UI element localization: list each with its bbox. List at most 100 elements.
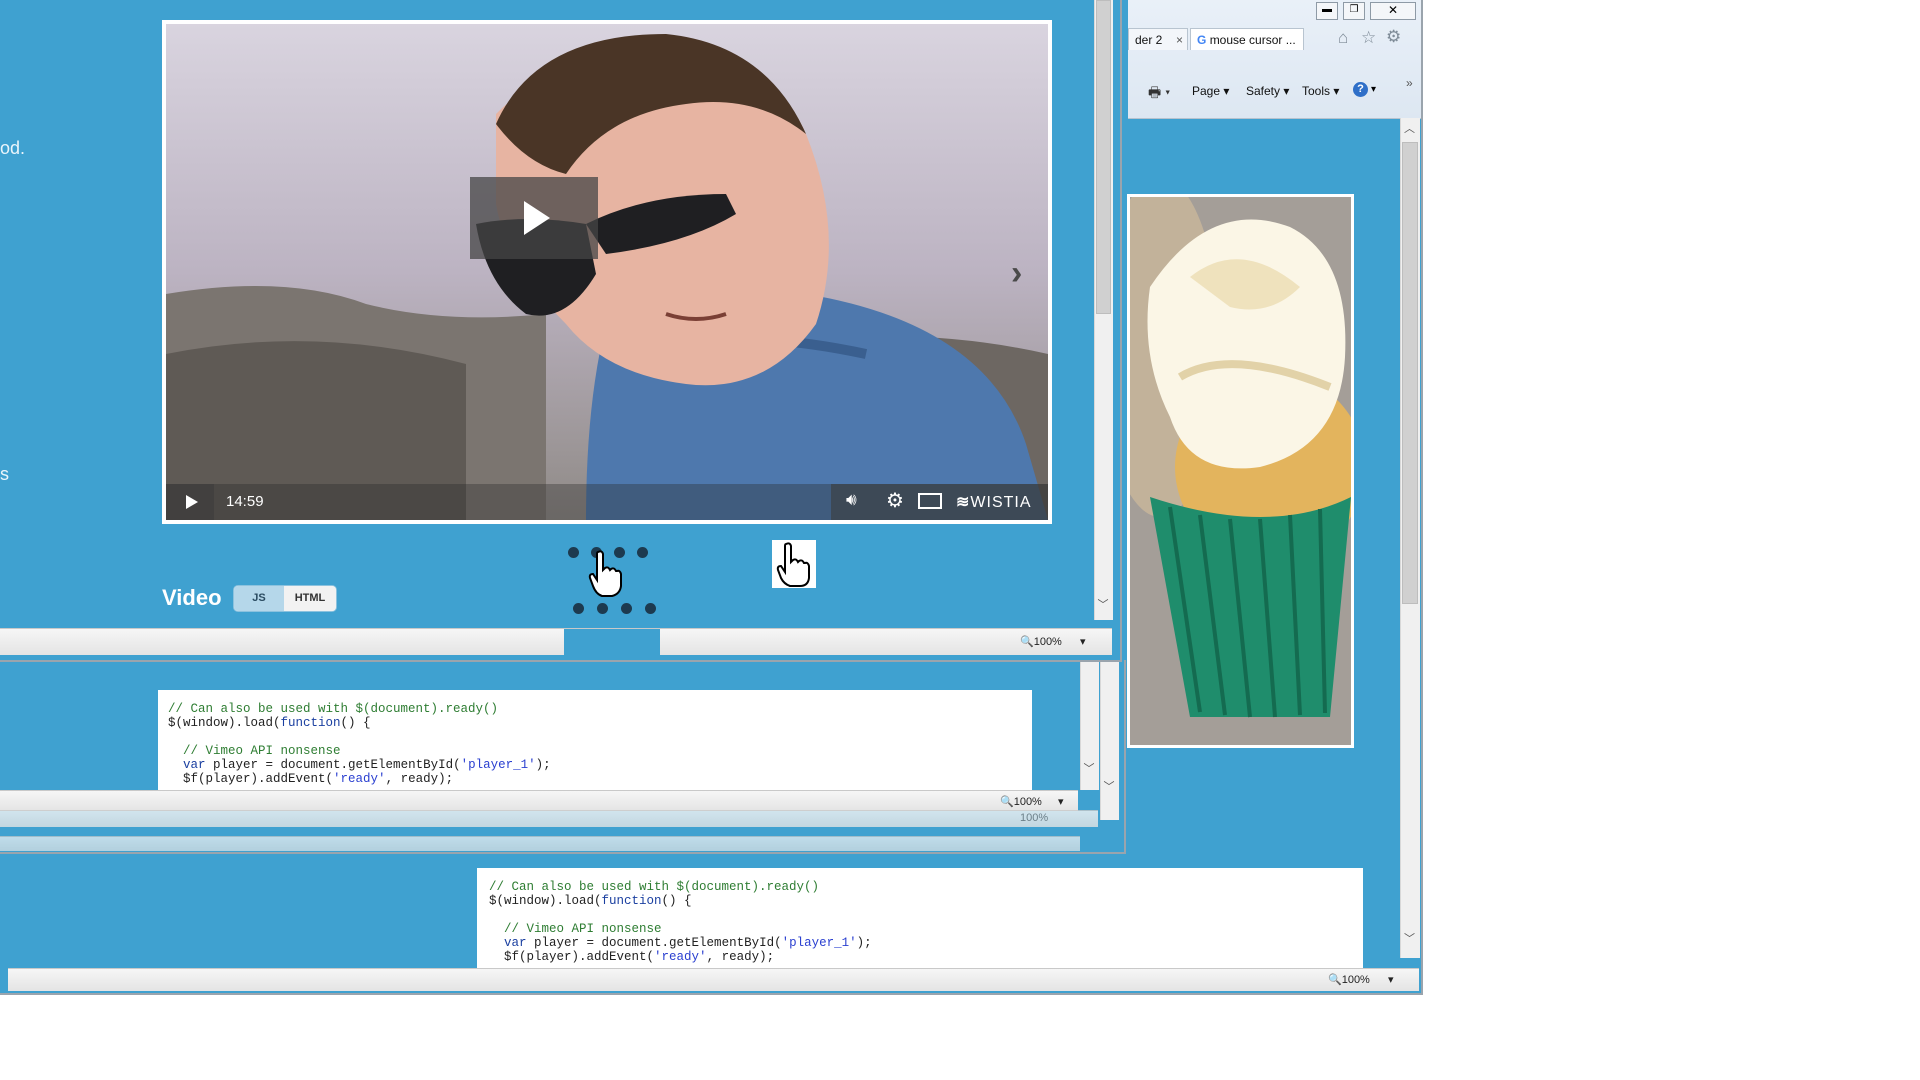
tab-mouse-cursor[interactable]: G mouse cursor ... [1190,28,1304,50]
safety-menu[interactable]: Safety ▾ [1246,84,1289,98]
big-play-button[interactable] [470,177,598,259]
scroll-up-icon[interactable]: ︿ [1400,120,1419,136]
fullscreen-icon[interactable] [918,493,942,509]
code-keyword: function [601,894,662,908]
code-line: () { [661,894,692,908]
restore-button[interactable]: ❐ [1343,2,1365,20]
pagination-dot-8[interactable] [645,603,656,614]
code-string: 'player_1' [781,936,857,950]
cupcake-image [1127,194,1354,748]
code-toggle: JS HTML [234,586,336,611]
next-slide-arrow[interactable]: › [1011,254,1022,293]
favorites-star-icon[interactable]: ☆ [1361,28,1376,48]
page-menu[interactable]: Page ▾ [1192,84,1229,98]
front-window-statusbar: 🔍100% ▾ [0,628,1112,657]
tab-reader[interactable]: der 2 × [1128,28,1188,50]
video-time: 14:59 [226,493,264,510]
section-title: Video [162,585,222,610]
video-thumbnail [166,24,1048,520]
settings-gear-icon[interactable]: ⚙ [886,488,904,513]
code-line: // Can also be used with $(document).rea… [489,880,820,894]
page-menu-label: Page [1192,84,1221,98]
back-window-statusbar: 🔍100% ▾ [8,968,1419,991]
gear-icon[interactable]: ⚙ [1386,27,1401,47]
code-block: // Can also be used with $(document).rea… [168,702,551,786]
scroll-down-icon[interactable]: ﹀ [1400,930,1419,946]
pagination-dot-5[interactable] [573,603,584,614]
wistia-brand: WISTIA [970,494,1032,511]
code-line: $(window).load( [168,716,281,730]
middle-window-scrollbar-2[interactable] [1100,660,1119,820]
pagination-dot-7[interactable] [621,603,632,614]
zoom-dropdown-icon[interactable]: ▾ [1388,973,1394,986]
play-icon [186,495,198,509]
zoom-level: 100% [1020,812,1049,824]
code-line: // Can also be used with $(document).rea… [168,702,499,716]
wistia-mark-icon: ≋ [956,494,971,511]
code-line: ); [856,936,872,950]
chevron-more-icon[interactable]: » [1406,76,1413,90]
volume-icon[interactable]: 🔊︎ [846,490,857,510]
zoom-control-ghost: 100% [1020,812,1048,824]
zoom-control[interactable]: 🔍100% [1020,635,1062,648]
tab-label: mouse cursor ... [1209,33,1296,47]
code-line: $(window).load( [489,894,602,908]
front-window-scroll-thumb[interactable] [1096,0,1111,314]
scroll-down-icon[interactable]: ﹀ [1094,596,1112,612]
code-string: 'ready' [654,950,707,964]
hand-cursor-box [772,540,816,588]
play-small-button[interactable] [166,484,214,520]
wistia-logo[interactable]: ≋WISTIA [956,492,1032,512]
code-line: // Vimeo API nonsense [504,922,662,936]
pagination-dot-4[interactable] [637,547,648,558]
middle-window-statusbar: 🔍100% ▾ [0,790,1078,811]
code-keyword: var [183,758,206,772]
code-string: 'player_1' [460,758,536,772]
pagination-dot-1[interactable] [568,547,579,558]
zoom-level: 100% [1341,974,1370,986]
home-icon[interactable]: ⌂ [1338,28,1348,48]
code-line: , ready); [706,950,775,964]
code-block: // Can also be used with $(document).rea… [489,880,872,964]
code-keyword: function [280,716,341,730]
html-toggle-button[interactable]: HTML [284,586,336,611]
help-icon[interactable]: ? [1353,82,1368,97]
middle-window-statusbar-3 [0,836,1080,851]
zoom-control[interactable]: 🔍100% [1328,973,1370,986]
left-text-fragment: od. [0,138,26,158]
code-line: $f(player).addEvent( [504,950,655,964]
scroll-down-icon[interactable]: ﹀ [1100,778,1118,794]
tools-menu[interactable]: Tools ▾ [1302,84,1339,98]
scroll-down-icon[interactable]: ﹀ [1080,760,1098,776]
tab-label: der 2 [1135,33,1163,47]
tools-menu-label: Tools [1302,84,1331,98]
code-string: 'ready' [333,772,386,786]
back-window-scroll-thumb[interactable] [1402,142,1418,604]
help-dropdown-icon[interactable]: ▾ [1371,84,1376,95]
minimize-button[interactable]: ▬ [1316,2,1338,20]
cupcake-drawing [1130,197,1351,745]
zoom-dropdown-icon[interactable]: ▾ [1058,795,1064,808]
code-line: // Vimeo API nonsense [183,744,341,758]
zoom-level: 100% [1013,796,1042,808]
code-line: , ready); [385,772,454,786]
zoom-level: 100% [1033,636,1062,648]
google-icon: G [1197,33,1207,47]
code-keyword: var [504,936,527,950]
middle-window-statusbar-2: 100% [0,810,1098,827]
close-window-button[interactable]: ✕ [1370,2,1416,20]
zoom-control[interactable]: 🔍100% [1000,795,1042,808]
code-line: () { [340,716,371,730]
pagination-dot-6[interactable] [597,603,608,614]
middle-browser-window: // Can also be used with $(document).rea… [0,660,1126,854]
code-box-middle: // Can also be used with $(document).rea… [158,690,1032,790]
code-box-back: // Can also be used with $(document).rea… [477,868,1363,968]
video-player[interactable]: › 14:59 🔊︎ ⚙ ≋WISTIA [162,20,1052,524]
js-toggle-button[interactable]: JS [234,586,284,611]
print-icon[interactable]: 🖶 ▾ [1148,82,1170,106]
zoom-dropdown-icon[interactable]: ▾ [1080,635,1086,648]
tab-close-icon[interactable]: × [1176,29,1183,51]
code-line: player = document.getElementById( [526,936,782,950]
safety-menu-label: Safety [1246,84,1281,98]
video-frame: › 14:59 🔊︎ ⚙ ≋WISTIA [166,24,1048,520]
